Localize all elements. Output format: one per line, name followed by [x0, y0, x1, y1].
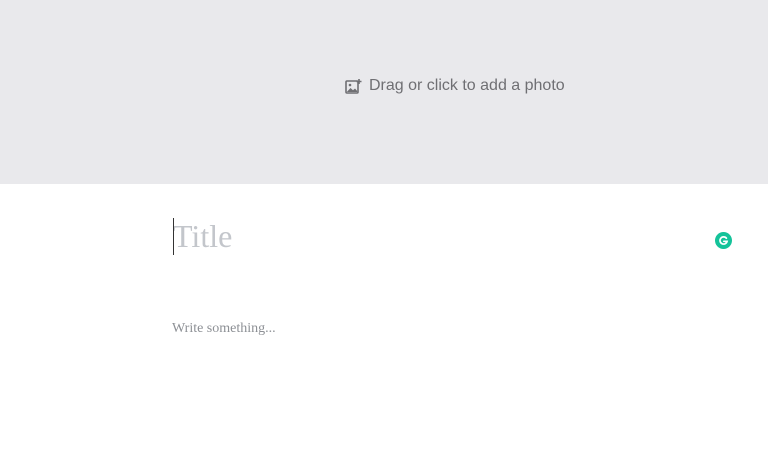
grammarly-icon — [719, 236, 729, 245]
add-photo-label: Drag or click to add a photo — [369, 77, 565, 94]
editor-page: Drag or click to add a photo — [0, 0, 768, 452]
photo-drop-zone[interactable]: Drag or click to add a photo — [0, 0, 768, 184]
grammarly-button[interactable] — [715, 232, 732, 249]
photo-drop-prompt[interactable]: Drag or click to add a photo — [345, 75, 565, 97]
title-input[interactable] — [173, 214, 693, 258]
body-input[interactable] — [172, 318, 712, 340]
add-photo-icon — [345, 78, 362, 95]
text-caret — [173, 218, 174, 255]
